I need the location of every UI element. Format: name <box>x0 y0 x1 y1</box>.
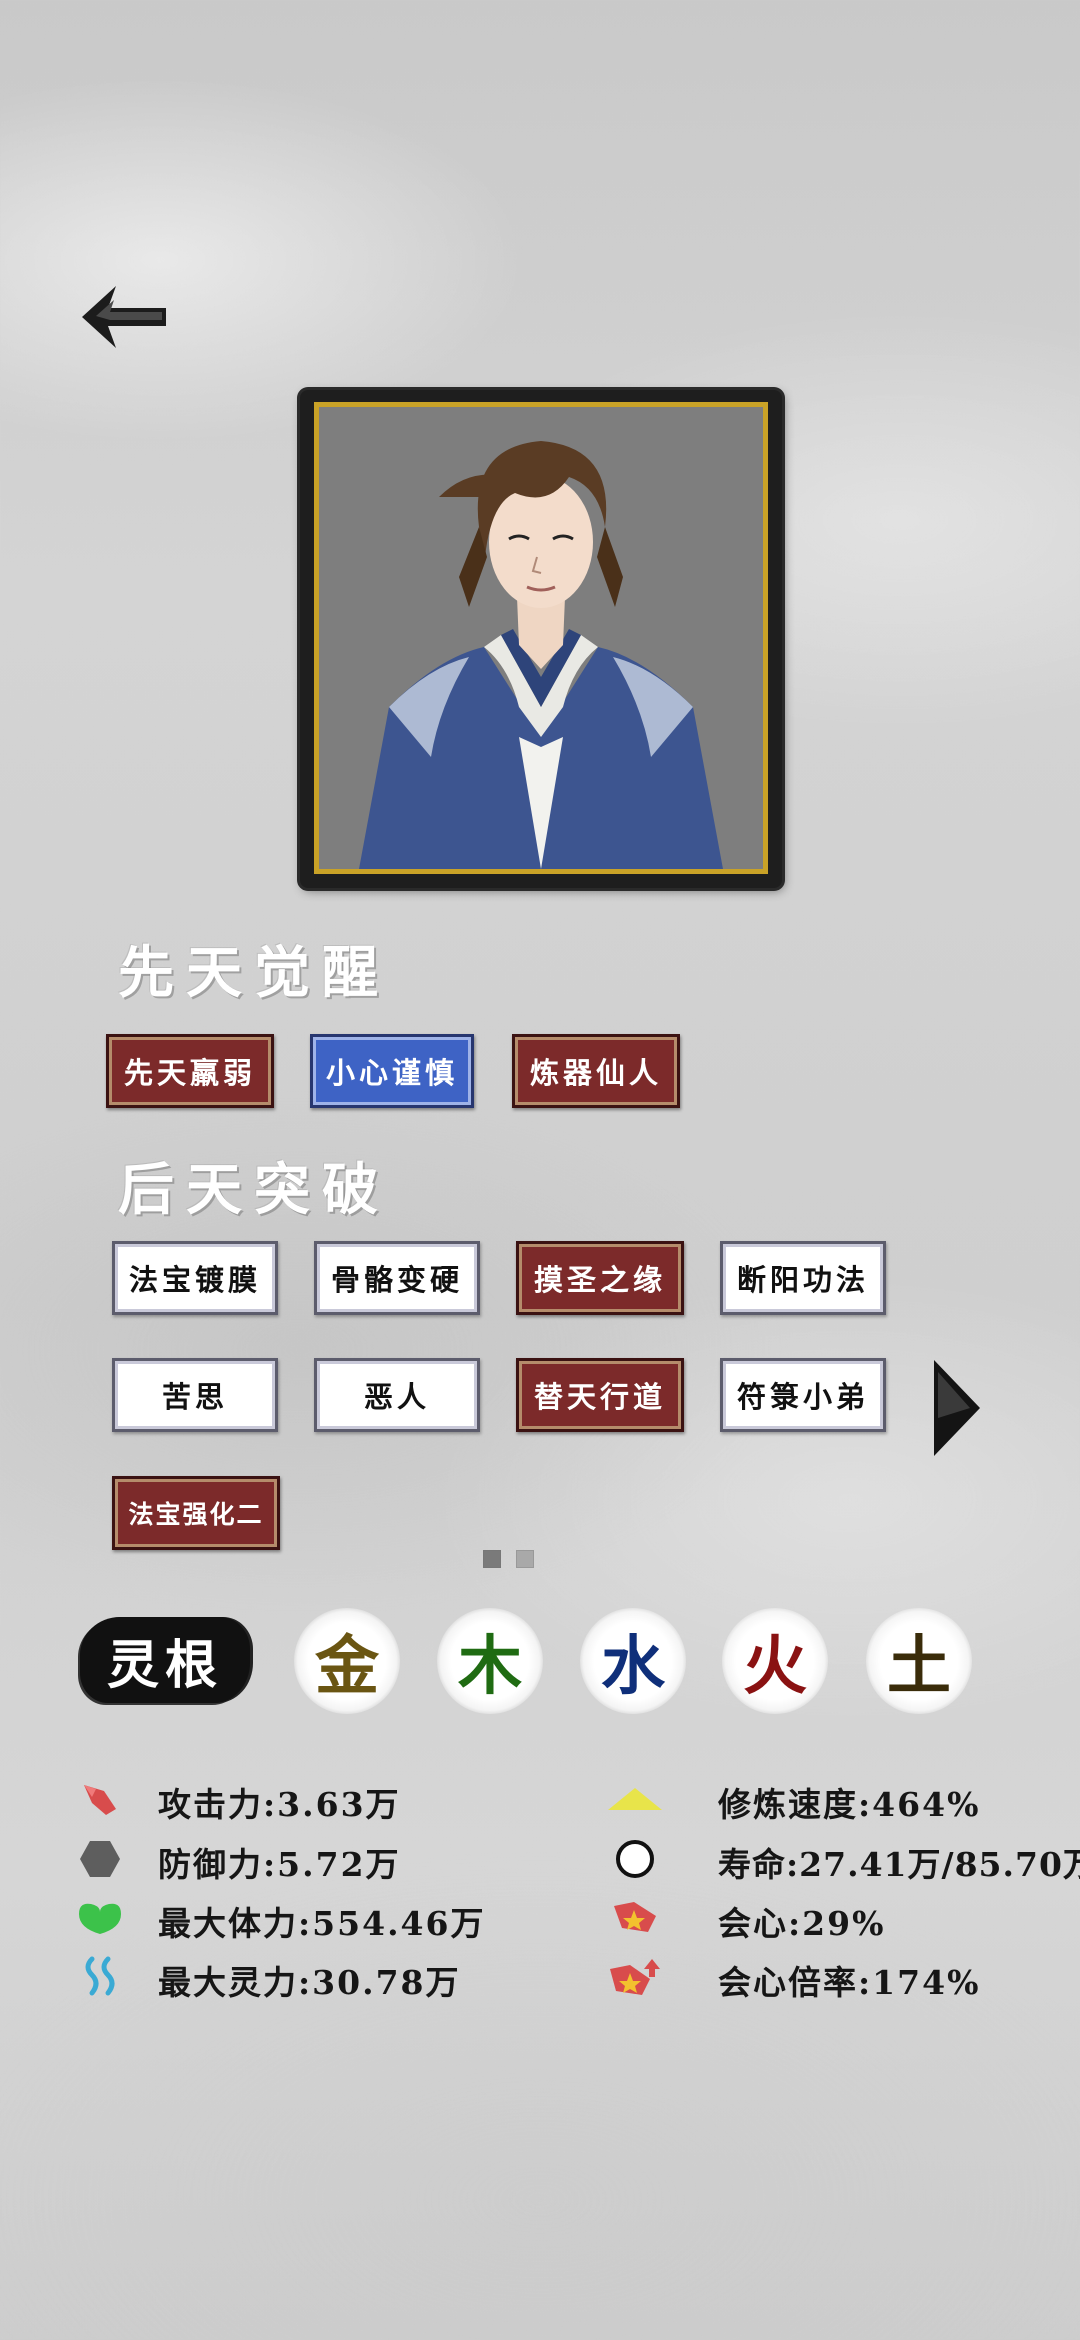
spirit-root-label: 灵根 <box>80 1617 250 1703</box>
stat-lifespan: 寿命:27.41万/85.70万 <box>604 1834 1080 1884</box>
cultivation-speed-value: 修炼速度:464% <box>718 1785 981 1824</box>
circle-icon <box>604 1834 666 1884</box>
green-heart-icon <box>72 1893 128 1943</box>
spirit-root-water: 水 <box>580 1608 686 1714</box>
max-hp-value: 最大体力:554.46万 <box>158 1904 486 1943</box>
attack-value: 攻击力:3.63万 <box>158 1785 401 1824</box>
acquired-breakthrough-title: 后天突破 <box>118 1157 390 1223</box>
innate-tag[interactable]: 小心谨慎 <box>310 1034 474 1108</box>
stat-cultivation-speed: 修炼速度:464% <box>604 1774 1044 1824</box>
crit-icon <box>604 1893 666 1943</box>
yellow-triangle-icon <box>604 1774 666 1824</box>
innate-tag[interactable]: 先天羸弱 <box>106 1034 274 1108</box>
acquired-tag[interactable]: 骨骼变硬 <box>314 1241 480 1315</box>
acquired-tag[interactable]: 符箓小弟 <box>720 1358 886 1432</box>
page-indicator-dot <box>516 1550 534 1568</box>
acquired-tag[interactable]: 法宝镀膜 <box>112 1241 278 1315</box>
spirit-root-wood: 木 <box>437 1608 543 1714</box>
spirit-wave-icon <box>72 1952 128 2002</box>
acquired-tag[interactable]: 摸圣之缘 <box>516 1241 684 1315</box>
back-arrow-icon <box>82 286 166 348</box>
spirit-root-fire: 火 <box>722 1608 828 1714</box>
stat-defense: 防御力:5.72万 <box>72 1834 492 1884</box>
page-indicator-dot <box>483 1550 501 1568</box>
triangle-right-icon <box>934 1360 980 1456</box>
stat-attack: 攻击力:3.63万 <box>72 1774 492 1824</box>
innate-awakening-title: 先天觉醒 <box>118 940 390 1006</box>
crit-multiplier-value: 会心倍率:174% <box>718 1963 981 2002</box>
stat-crit-multiplier: 会心倍率:174% <box>604 1952 1044 2002</box>
spirit-root-metal: 金 <box>294 1608 400 1714</box>
character-portrait <box>314 402 768 874</box>
stat-max-hp: 最大体力:554.46万 <box>72 1893 532 1943</box>
crit-up-icon <box>604 1952 666 2002</box>
acquired-tag[interactable]: 恶人 <box>314 1358 480 1432</box>
hexagon-shield-icon <box>72 1834 128 1884</box>
crit-value: 会心:29% <box>718 1904 886 1943</box>
next-page-button[interactable] <box>930 1358 982 1458</box>
innate-tag[interactable]: 炼器仙人 <box>512 1034 680 1108</box>
acquired-tag[interactable]: 法宝强化二 <box>112 1476 280 1550</box>
acquired-tag[interactable]: 苦思 <box>112 1358 278 1432</box>
max-mp-value: 最大灵力:30.78万 <box>158 1963 461 2002</box>
back-button[interactable] <box>78 282 170 352</box>
acquired-tag[interactable]: 替天行道 <box>516 1358 684 1432</box>
character-portrait-frame <box>300 390 782 888</box>
stat-crit: 会心:29% <box>604 1893 1044 1943</box>
lifespan-value: 寿命:27.41万/85.70万 <box>718 1845 1080 1884</box>
defense-value: 防御力:5.72万 <box>158 1845 401 1884</box>
acquired-tag[interactable]: 断阳功法 <box>720 1241 886 1315</box>
stat-max-mp: 最大灵力:30.78万 <box>72 1952 512 2002</box>
spirit-root-earth: 土 <box>866 1608 972 1714</box>
sword-icon <box>72 1774 128 1824</box>
